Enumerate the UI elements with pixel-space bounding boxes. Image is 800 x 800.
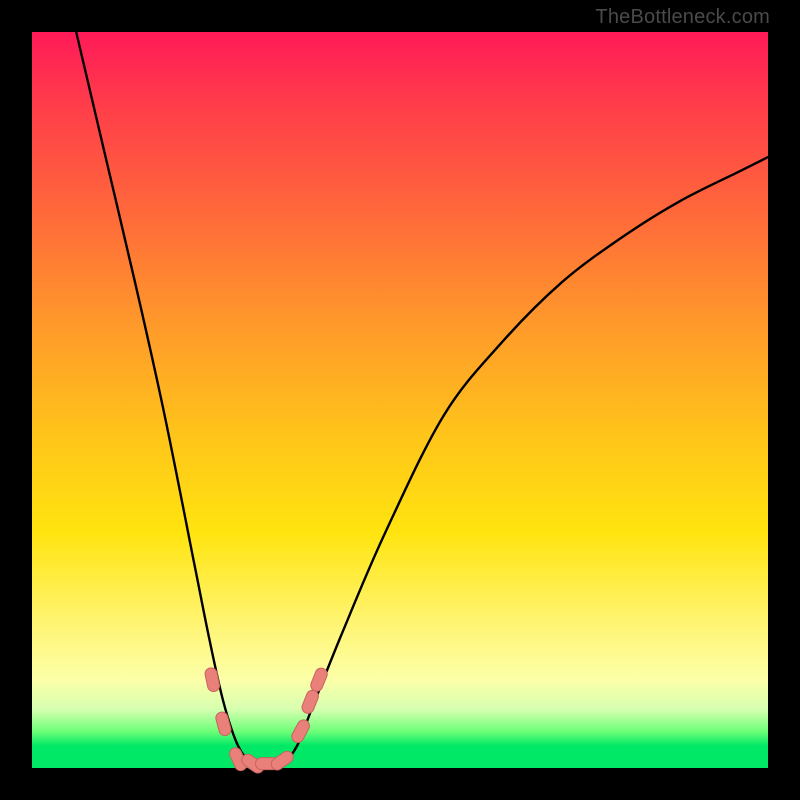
- watermark-text: TheBottleneck.com: [595, 6, 770, 29]
- curve-marker: [215, 711, 233, 737]
- curve-layer: [32, 32, 768, 768]
- curve-marker: [300, 688, 320, 715]
- plot-area: [32, 32, 768, 768]
- bottleneck-curve: [76, 32, 768, 766]
- curve-marker: [309, 666, 329, 693]
- chart-frame: TheBottleneck.com: [0, 0, 800, 800]
- curve-marker: [290, 718, 312, 745]
- curve-marker: [204, 667, 221, 693]
- curve-marker: [269, 749, 296, 772]
- marker-group: [204, 666, 329, 775]
